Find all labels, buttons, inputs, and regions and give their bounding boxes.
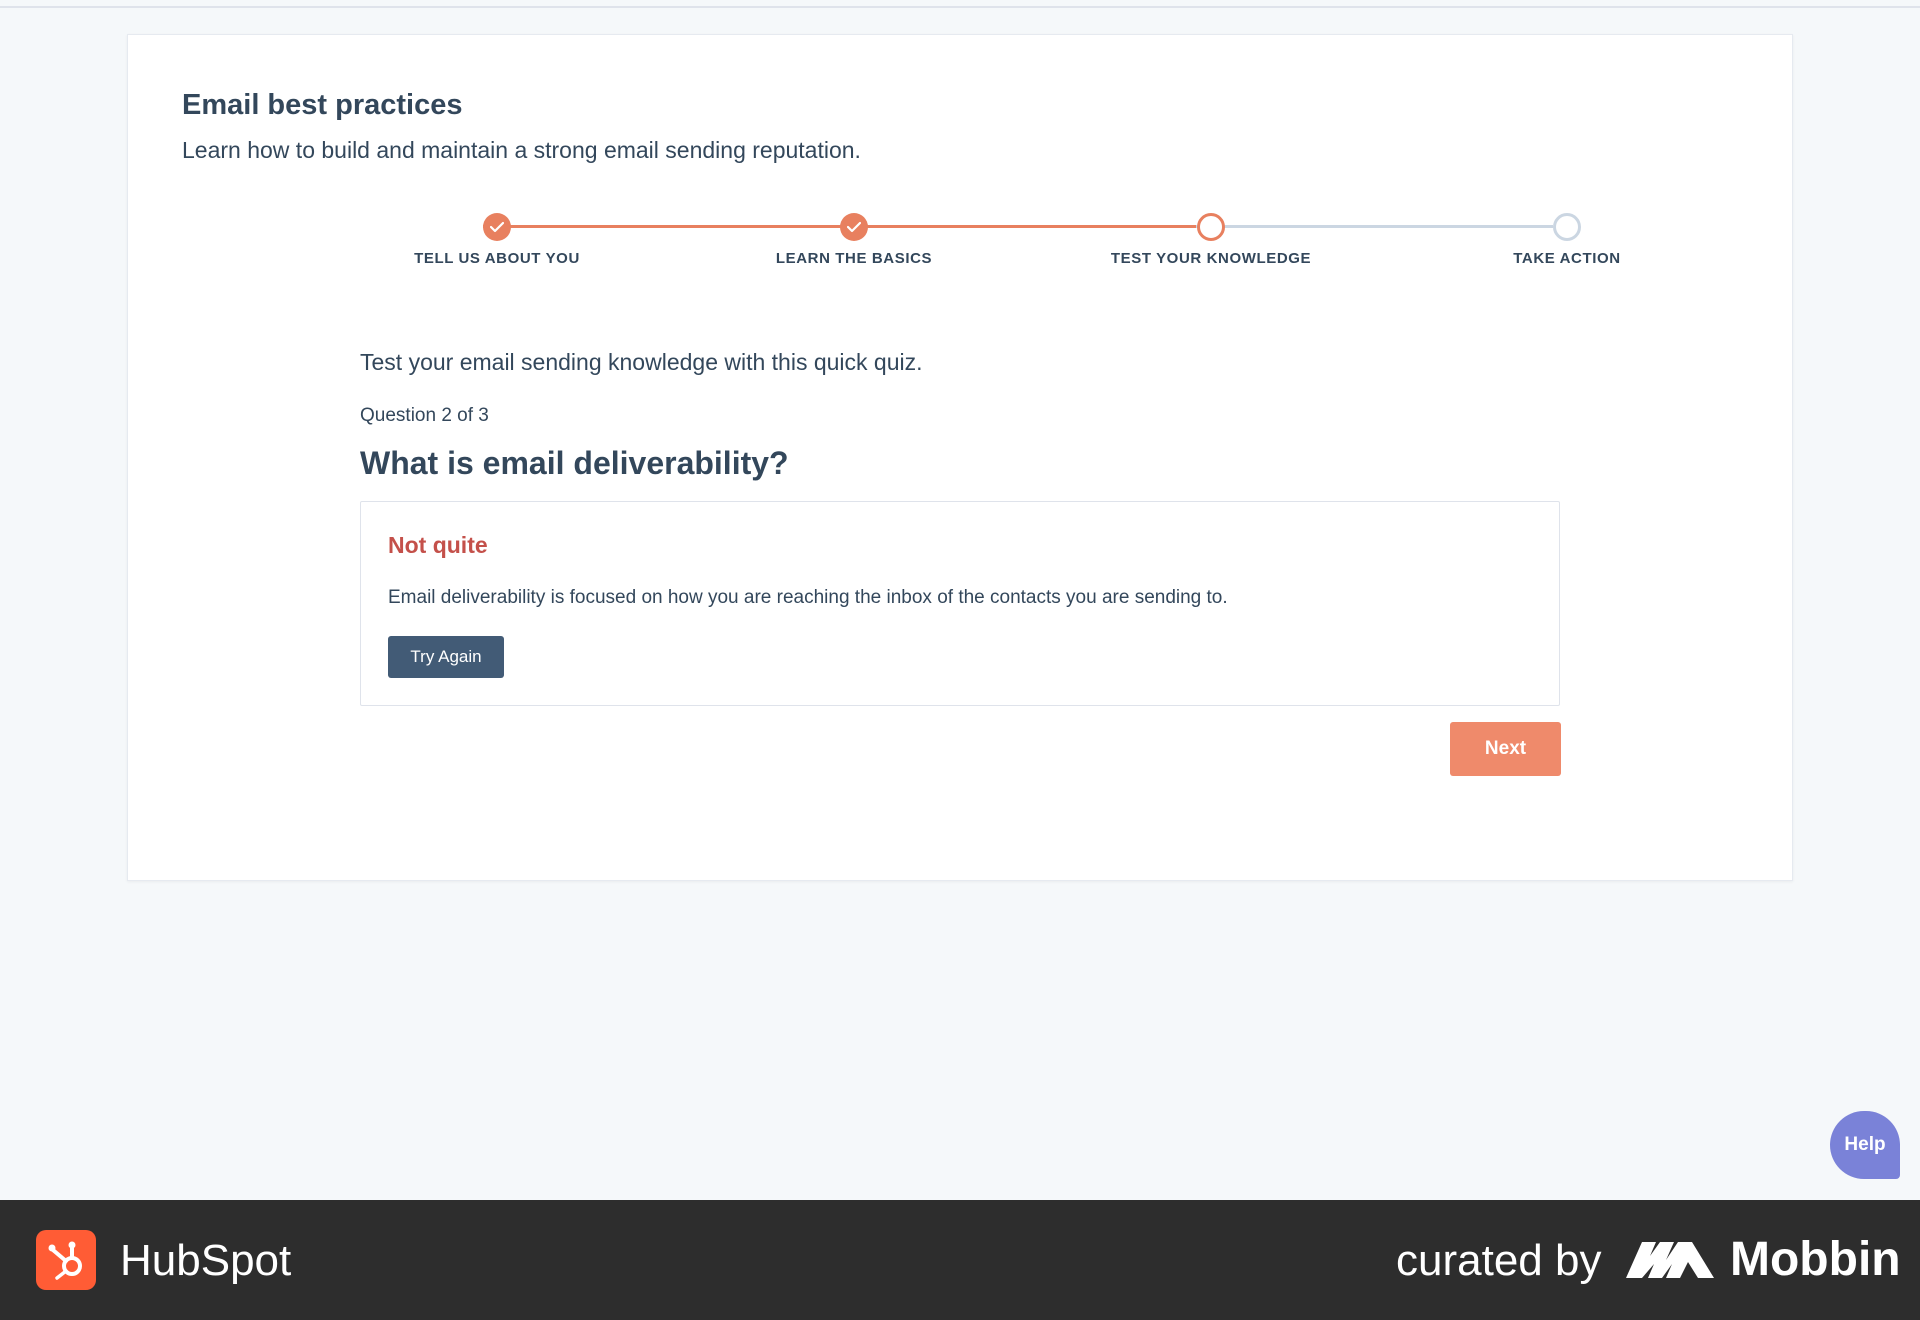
hubspot-brand-name: HubSpot <box>120 1236 292 1285</box>
step-label: TEST YOUR KNOWLEDGE <box>1110 250 1312 267</box>
help-button[interactable]: Help <box>1830 1111 1900 1179</box>
step-take-action[interactable]: TAKE ACTION <box>1447 213 1687 267</box>
mobbin-brand-name: Mobbin <box>1730 1233 1901 1286</box>
step-label: LEARN THE BASICS <box>775 250 933 267</box>
check-icon <box>840 213 868 241</box>
step-label: TELL US ABOUT YOU <box>414 250 580 267</box>
step-tell-us-about-you[interactable]: TELL US ABOUT YOU <box>377 213 617 267</box>
page-title: Email best practices <box>182 89 463 121</box>
step-test-your-knowledge[interactable]: TEST YOUR KNOWLEDGE <box>1091 213 1331 267</box>
onboarding-card: Email best practices Learn how to build … <box>127 34 1793 881</box>
mobbin-logo-icon <box>1626 1242 1714 1278</box>
step-learn-the-basics[interactable]: LEARN THE BASICS <box>734 213 974 267</box>
question-counter: Question 2 of 3 <box>360 405 489 426</box>
feedback-title: Not quite <box>388 532 488 558</box>
check-icon <box>483 213 511 241</box>
page-subtitle: Learn how to build and maintain a strong… <box>182 137 861 163</box>
progress-stepper: TELL US ABOUT YOU LEARN THE BASICS TEST … <box>328 213 1728 293</box>
step-label: TAKE ACTION <box>1513 250 1621 267</box>
pending-step-indicator <box>1553 213 1581 241</box>
curated-by-label: curated by <box>1396 1236 1602 1285</box>
active-step-indicator <box>1197 213 1225 241</box>
top-divider <box>0 0 1920 8</box>
feedback-text: Email deliverability is focused on how y… <box>388 587 1228 608</box>
next-button[interactable]: Next <box>1450 722 1561 776</box>
answer-feedback-panel: Not quite Email deliverability is focuse… <box>360 501 1560 706</box>
hubspot-logo-icon <box>36 1230 96 1290</box>
try-again-button[interactable]: Try Again <box>388 636 504 678</box>
footer-bar: HubSpot curated by Mobbin <box>0 1200 1920 1320</box>
quiz-intro: Test your email sending knowledge with t… <box>360 349 923 375</box>
question-title: What is email deliverability? <box>360 445 789 481</box>
